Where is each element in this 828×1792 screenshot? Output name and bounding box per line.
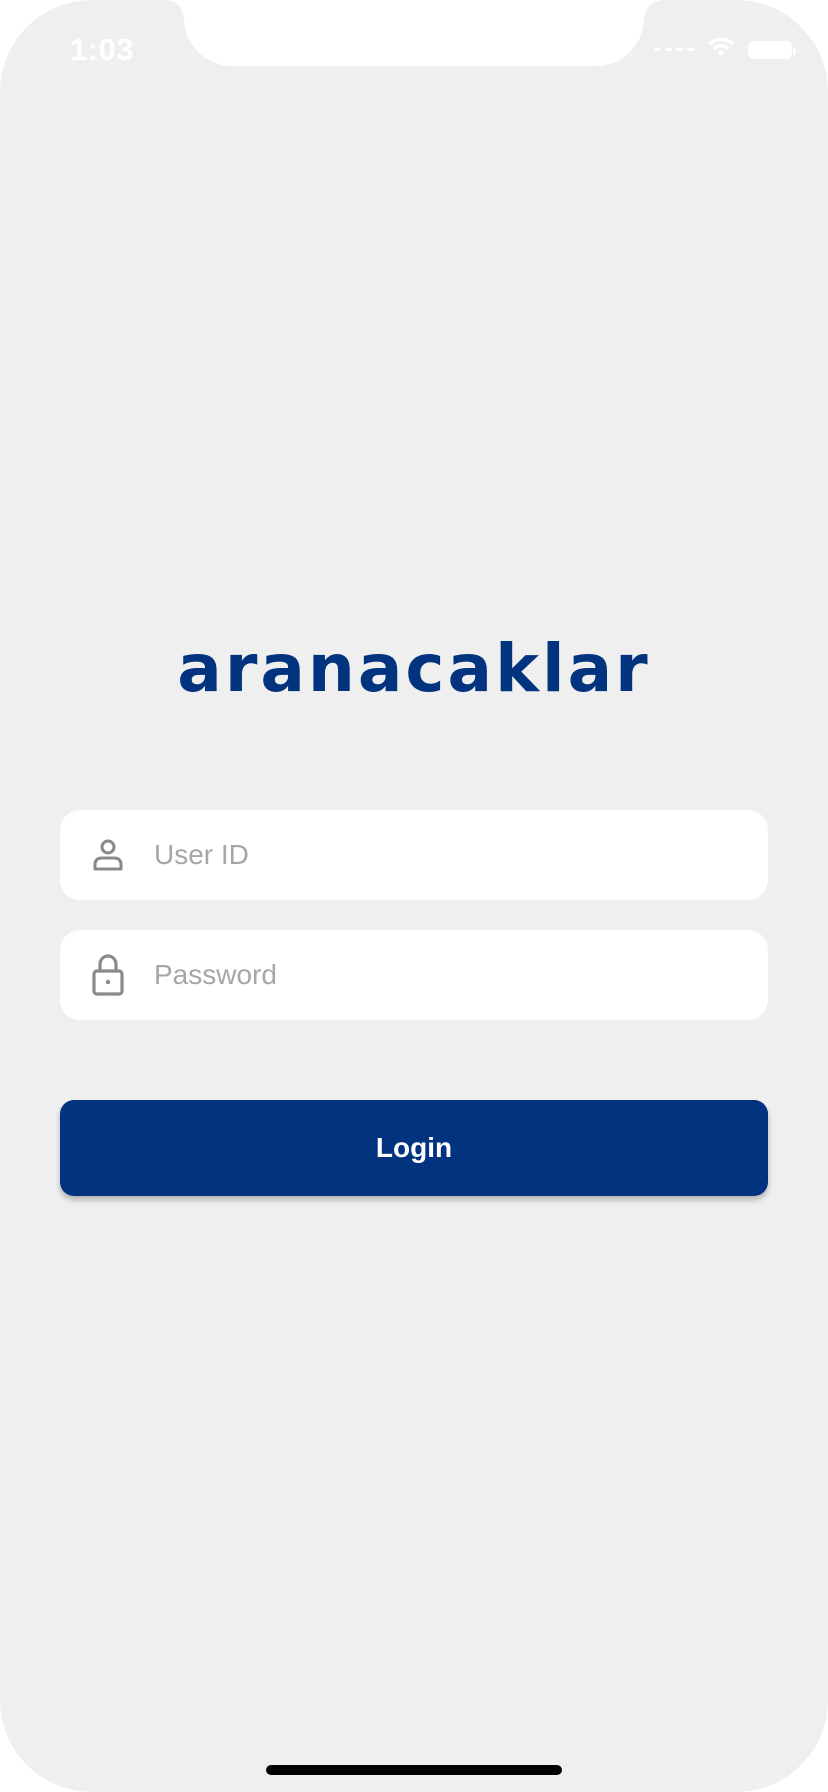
brand-logo: aranacaklar — [177, 630, 651, 707]
lock-icon — [84, 951, 132, 999]
status-time: 1:03 — [70, 32, 135, 67]
user-id-input[interactable] — [152, 824, 716, 886]
password-field[interactable] — [60, 930, 768, 1020]
password-input[interactable] — [152, 944, 716, 1006]
user-icon — [84, 831, 132, 879]
device-notch — [166, 0, 662, 66]
wifi-icon — [706, 36, 736, 63]
signal-icon — [654, 48, 694, 51]
status-icons — [654, 36, 796, 63]
login-screen: 1:03 aranacaklar User ID Login — [0, 0, 828, 1792]
user-id-field[interactable] — [60, 810, 768, 900]
home-indicator — [266, 1765, 562, 1775]
battery-icon — [748, 40, 796, 59]
login-button[interactable]: Login — [60, 1100, 768, 1196]
